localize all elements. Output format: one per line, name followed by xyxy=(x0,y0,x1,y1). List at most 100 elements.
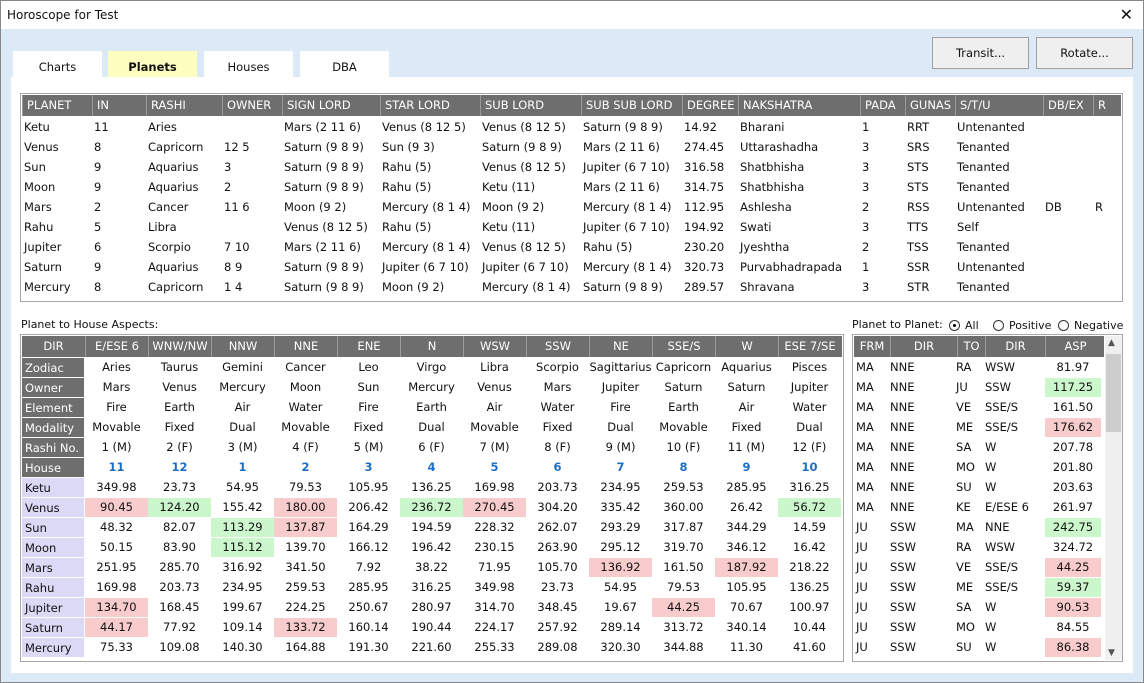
table-cell: SSE/S xyxy=(985,420,1019,434)
table-cell: Rahu (5) xyxy=(382,180,432,194)
column-header[interactable]: ASP xyxy=(1045,336,1105,357)
aspect-cell: 314.70 xyxy=(474,600,515,614)
aspect-cell: 41.60 xyxy=(793,640,826,654)
table-cell: Fire xyxy=(106,400,127,414)
filter-negative-radio[interactable]: Negative xyxy=(1058,319,1123,332)
planets-table-header: PLANET IN RASHI OWNER SIGN LORD STAR LORD SUB … xyxy=(22,95,1121,116)
house-number: 11 xyxy=(108,460,125,474)
house-number: 9 xyxy=(742,460,751,474)
column-header[interactable]: DIR xyxy=(985,336,1045,357)
table-cell: Cancer xyxy=(148,200,189,214)
column-header[interactable]: NAKSHATRA xyxy=(738,95,860,116)
aspect-value: 81.97 xyxy=(1056,360,1090,374)
table-cell: Ketu (11) xyxy=(482,180,536,194)
table-cell: SU xyxy=(956,480,972,494)
table-cell: Ashlesha xyxy=(740,200,792,214)
table-cell: SRS xyxy=(907,140,930,154)
column-header[interactable]: SIGN LORD xyxy=(282,95,380,116)
column-header[interactable]: PADA xyxy=(860,95,905,116)
filter-all-radio[interactable]: All xyxy=(949,319,979,332)
table-cell: SSE/S xyxy=(985,580,1019,594)
column-header[interactable]: R xyxy=(1093,95,1121,116)
table-cell: MA xyxy=(956,520,974,534)
table-cell: Shravana xyxy=(740,280,795,294)
title-bar: Horoscope for Test ✕ xyxy=(1,1,1143,29)
table-cell: 2 xyxy=(862,200,870,214)
tab-houses[interactable]: Houses xyxy=(204,51,293,77)
filter-positive-radio[interactable]: Positive xyxy=(993,319,1051,332)
column-header[interactable]: SUB SUB LORD xyxy=(581,95,682,116)
filter-negative-label: Negative xyxy=(1074,319,1124,332)
direction-header: NNW xyxy=(211,336,274,357)
table-cell: 314.75 xyxy=(684,180,725,194)
aspect-cell: 70.67 xyxy=(730,600,763,614)
table-cell: Scorpio xyxy=(536,360,579,374)
scroll-up-icon[interactable]: ▲ xyxy=(1108,338,1115,348)
column-header[interactable]: RASHI xyxy=(146,95,222,116)
aspect-cell: 16.42 xyxy=(793,540,826,554)
aspect-cell: 11.30 xyxy=(730,640,763,654)
aspect-cell: 340.14 xyxy=(726,620,767,634)
column-header[interactable]: GUNAS xyxy=(905,95,955,116)
table-cell: Saturn (9 8 9) xyxy=(482,140,562,154)
house-number: 3 xyxy=(364,460,373,474)
aspect-cell-negative: 133.72 xyxy=(274,618,337,637)
table-cell: Saturn (9 8 9) xyxy=(284,140,364,154)
aspect-cell: 224.25 xyxy=(285,600,326,614)
column-header[interactable]: TO xyxy=(957,336,985,357)
aspect-cell: 109.08 xyxy=(159,640,200,654)
scroll-thumb[interactable] xyxy=(1106,354,1121,432)
aspect-value-positive: 59.37 xyxy=(1045,578,1101,597)
direction-header: NE xyxy=(589,336,652,357)
close-icon[interactable]: ✕ xyxy=(1120,5,1133,24)
aspect-value-negative: 44.25 xyxy=(1045,558,1101,577)
table-cell: Venus xyxy=(162,380,197,394)
table-cell: 1 4 xyxy=(224,280,243,294)
dir-header: DIR xyxy=(43,339,64,353)
direction-header: ENE xyxy=(337,336,400,357)
table-cell: 3 xyxy=(862,160,870,174)
table-cell: MA xyxy=(856,460,874,474)
table-cell: Mars (2 11 6) xyxy=(583,140,660,154)
column-header[interactable]: PLANET xyxy=(22,95,92,116)
table-cell: Jupiter xyxy=(790,380,829,394)
transit-button[interactable]: Transit... xyxy=(932,37,1029,69)
house-aspects-table[interactable]: DIR E/ESE 6 WNW/NW NNW NNE ENE N WSW SSW NE SSE/S W… xyxy=(20,334,844,662)
tab-charts[interactable]: Charts xyxy=(13,51,102,77)
column-header[interactable]: OWNER xyxy=(222,95,282,116)
radio-icon xyxy=(1058,320,1069,331)
table-cell: VE xyxy=(956,400,972,414)
aspect-cell: 206.42 xyxy=(348,500,389,514)
table-cell: Ketu xyxy=(24,120,50,134)
column-header[interactable]: DEGREE xyxy=(682,95,738,116)
planets-table[interactable]: PLANET IN RASHI OWNER SIGN LORD STAR LORD SUB … xyxy=(20,93,1123,302)
column-header[interactable]: S/T/U xyxy=(955,95,1043,116)
table-cell: Water xyxy=(792,400,827,414)
column-header[interactable]: STAR LORD xyxy=(380,95,480,116)
table-cell: 2 xyxy=(862,240,870,254)
rotate-button[interactable]: Rotate... xyxy=(1036,37,1133,69)
table-cell: Jupiter (6 7 10) xyxy=(583,220,670,234)
column-header[interactable]: SUB LORD xyxy=(480,95,581,116)
table-cell: Leo xyxy=(358,360,379,374)
column-header[interactable]: IN xyxy=(92,95,146,116)
table-cell: Water xyxy=(540,400,575,414)
table-cell: W xyxy=(985,440,997,454)
aspect-cell: 289.08 xyxy=(537,640,578,654)
table-cell: SA xyxy=(956,440,972,454)
column-header[interactable]: DIR xyxy=(890,336,957,357)
column-header[interactable]: FRM xyxy=(854,336,890,357)
table-cell: Jupiter xyxy=(601,380,640,394)
table-cell: Aries xyxy=(148,120,177,134)
aspect-cell-negative: 90.45 xyxy=(85,498,148,517)
column-header[interactable]: DB/EX xyxy=(1043,95,1093,116)
tab-dba[interactable]: DBA xyxy=(300,51,389,77)
aspect-cell: 136.25 xyxy=(789,580,830,594)
aspect-cell: 168.45 xyxy=(159,600,200,614)
planet-to-planet-table[interactable]: FRM DIR TO DIR ASP MA NNE RA WSW 81.97 MA NNE JU SSW… xyxy=(852,334,1123,662)
table-cell: Moon (9 2) xyxy=(482,200,545,214)
scrollbar[interactable]: ▲ ▼ xyxy=(1105,336,1122,660)
scroll-down-icon[interactable]: ▼ xyxy=(1108,648,1115,658)
table-cell: Rahu xyxy=(24,220,54,234)
table-cell: E/ESE 6 xyxy=(985,500,1029,514)
